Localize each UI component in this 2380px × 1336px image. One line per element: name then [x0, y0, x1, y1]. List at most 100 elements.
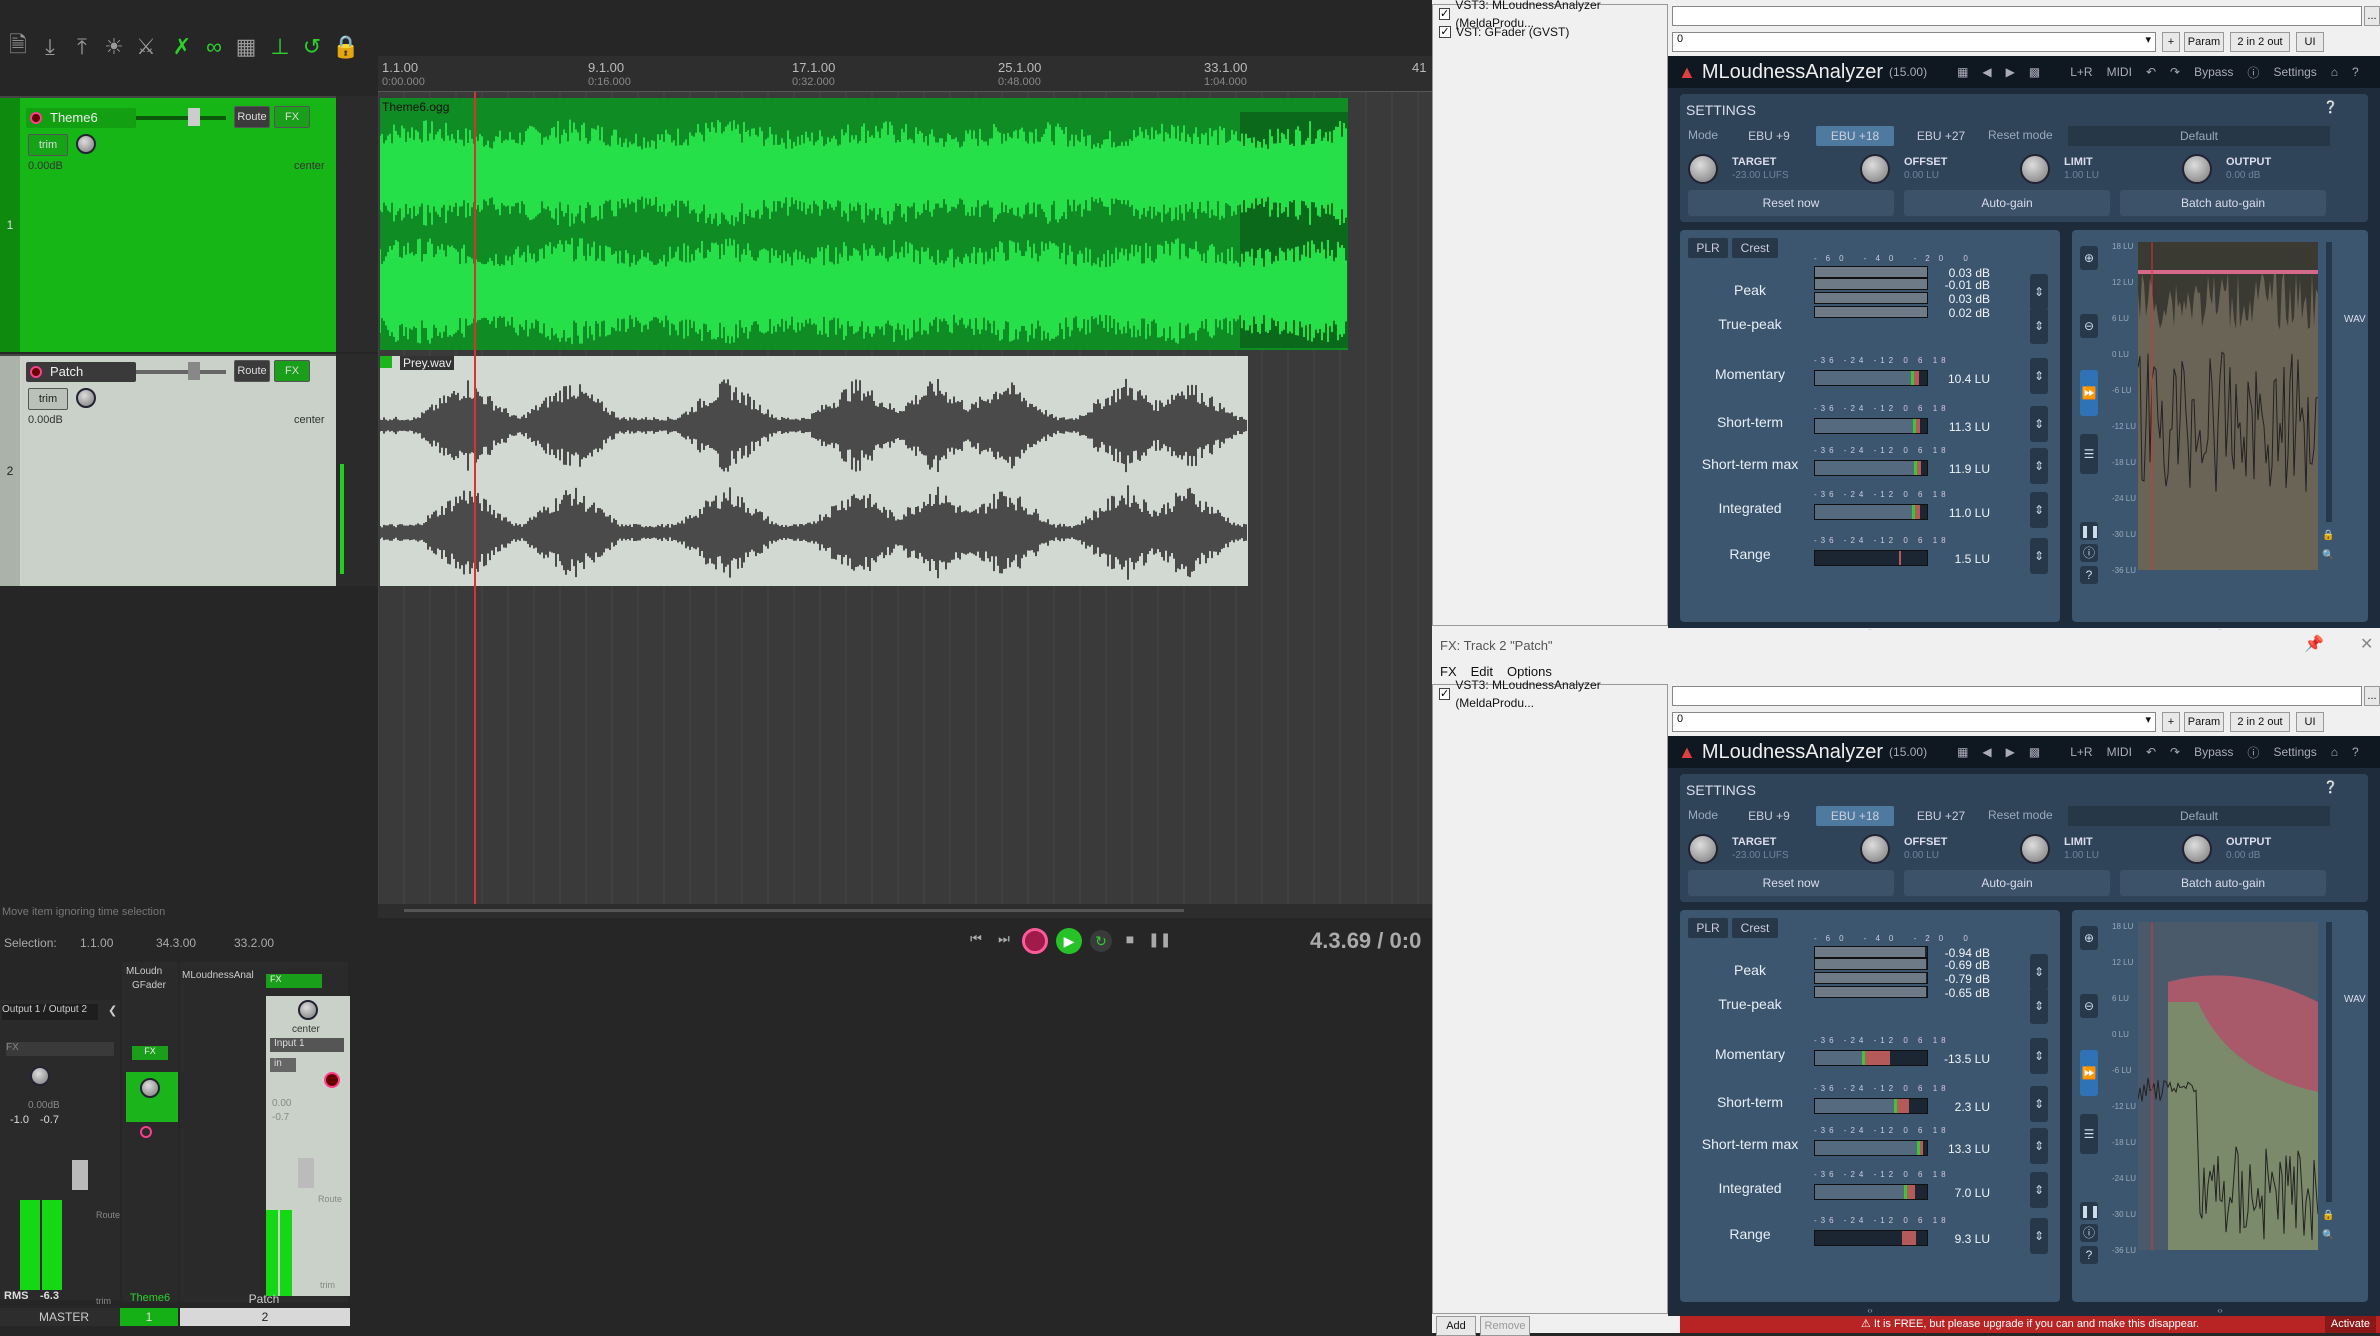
timeline-ruler[interactable]: 1.1.00 0:00.000 9.1.00 0:16.000 17.1.00 …: [378, 56, 1432, 92]
master-output-dropdown-icon[interactable]: ❮: [108, 1004, 117, 1017]
fx-search-input[interactable]: [1672, 686, 2362, 706]
go-to-start-icon[interactable]: ⏮: [966, 931, 986, 951]
input-monitor[interactable]: in: [270, 1058, 296, 1072]
info-icon[interactable]: ⓘ: [2247, 744, 2259, 761]
edit-cursor[interactable]: [474, 92, 476, 904]
list-icon[interactable]: ☰: [2080, 434, 2098, 474]
mode-button[interactable]: EBU +18: [1816, 806, 1894, 826]
next-preset-icon[interactable]: ▶: [2006, 65, 2015, 79]
strip-pan-area[interactable]: [126, 1072, 178, 1122]
ui-button[interactable]: UI: [2296, 32, 2324, 52]
strip-route[interactable]: Route: [318, 1194, 342, 1204]
pan-knob[interactable]: [298, 1000, 318, 1020]
help-icon[interactable]: ?: [2352, 65, 2359, 79]
save-icon[interactable]: ⤓: [36, 30, 64, 64]
ripple-edit-icon[interactable]: ✗: [168, 30, 196, 64]
repeat-icon[interactable]: ↻: [1090, 930, 1112, 952]
fx-button[interactable]: FX: [132, 1046, 168, 1060]
stop-icon[interactable]: ■: [1120, 931, 1140, 951]
fx-button[interactable]: FX: [274, 106, 310, 128]
metronome-icon[interactable]: ⚔: [132, 30, 160, 64]
undo-icon[interactable]: ↶: [2146, 745, 2156, 759]
meter-mode-button[interactable]: ⇕: [2030, 1172, 2048, 1208]
settings-button[interactable]: Settings: [2273, 65, 2316, 79]
next-preset-icon[interactable]: ▶: [2006, 745, 2015, 759]
meter-mode-button[interactable]: ⇕: [2030, 954, 2048, 990]
mode-button[interactable]: EBU +9: [1730, 806, 1808, 826]
reset-mode-select[interactable]: Default: [2068, 806, 2330, 826]
help-icon[interactable]: ?: [2080, 566, 2098, 584]
pin-icon[interactable]: 📌: [2304, 634, 2324, 654]
mode-button[interactable]: EBU +27: [1902, 806, 1980, 826]
graph-scrollbar[interactable]: [2326, 922, 2332, 1202]
track-panel-2[interactable]: 2 Patch Route FX trim 0.00dB center: [0, 354, 336, 586]
preset-select[interactable]: 0 ▾: [1672, 712, 2156, 732]
fx-slot[interactable]: GFader: [132, 980, 166, 991]
master-route[interactable]: Route: [96, 1210, 120, 1220]
bypass-button[interactable]: Bypass: [2194, 65, 2233, 79]
route-button[interactable]: Route: [234, 360, 270, 382]
zoom-out-icon[interactable]: ⊖: [2080, 994, 2098, 1018]
collapse-icon[interactable]: ‹›: [1680, 1306, 2060, 1315]
render-icon[interactable]: ⤒: [68, 30, 96, 64]
pause-icon[interactable]: ❚❚: [1148, 931, 1171, 951]
horizontal-scrollbar[interactable]: [378, 904, 1432, 918]
menu-fx[interactable]: FX: [1440, 664, 1457, 679]
meter-mode-button[interactable]: ⇕: [2030, 1218, 2048, 1254]
loop-icon[interactable]: ↺: [298, 30, 326, 64]
more-button[interactable]: ...: [2364, 6, 2380, 26]
lock-icon[interactable]: 🔒: [332, 30, 360, 64]
tab-plr[interactable]: PLR: [1688, 238, 1728, 258]
new-project-icon[interactable]: 🗎: [4, 30, 32, 64]
master-fx-button[interactable]: FX: [6, 1042, 114, 1056]
input-select[interactable]: Input 1: [270, 1038, 344, 1052]
ui-button[interactable]: UI: [2296, 712, 2324, 732]
close-icon[interactable]: ✕: [2360, 634, 2373, 654]
add-button[interactable]: Add: [1436, 1316, 1476, 1336]
more-button[interactable]: ...: [2364, 686, 2380, 706]
ab-icon[interactable]: ▩: [2029, 745, 2040, 759]
media-item-theme6[interactable]: Theme6.ogg: [380, 98, 1348, 350]
help-icon[interactable]: ❔: [2323, 780, 2338, 794]
fx-enable-checkbox[interactable]: ✓: [1439, 8, 1451, 20]
io-button[interactable]: 2 in 2 out: [2230, 32, 2290, 52]
param-button[interactable]: Param: [2184, 32, 2224, 52]
channel-mode[interactable]: L+R: [2070, 65, 2092, 79]
strip-fader[interactable]: [298, 1158, 314, 1188]
track-panel-1[interactable]: 1 Theme6 Route FX trim 0.00dB center: [0, 96, 336, 352]
action-button[interactable]: Batch auto-gain: [2120, 190, 2326, 216]
knob-limit[interactable]: [2020, 834, 2050, 864]
presets-icon[interactable]: ▦: [1957, 745, 1968, 759]
bypass-button[interactable]: Bypass: [2194, 745, 2233, 759]
redo-icon[interactable]: ↷: [2170, 65, 2180, 79]
record-arm-icon[interactable]: [30, 112, 42, 124]
record-arm-icon[interactable]: [140, 1126, 152, 1138]
fx-chain-list[interactable]: ✓ VST3: MLoudnessAnalyzer (MeldaProdu...: [1432, 678, 1668, 1314]
selection-length[interactable]: 33.2.00: [234, 936, 274, 950]
mode-button[interactable]: EBU +9: [1730, 126, 1808, 146]
fast-forward-icon[interactable]: ⏩: [2080, 370, 2098, 416]
fx-chain-list[interactable]: ✓ VST3: MLoudnessAnalyzer (MeldaProdu... …: [1432, 0, 1668, 626]
redo-icon[interactable]: ↷: [2170, 745, 2180, 759]
record-arm-icon[interactable]: [30, 366, 42, 378]
route-button[interactable]: Route: [234, 106, 270, 128]
meter-mode-button[interactable]: ⇕: [2030, 1128, 2048, 1164]
volume-slider-handle[interactable]: [188, 362, 200, 380]
go-to-end-icon[interactable]: ⏭: [994, 931, 1014, 951]
home-icon[interactable]: ⌂: [2331, 65, 2338, 79]
volume-slider-handle[interactable]: [188, 108, 200, 126]
zoom-in-icon[interactable]: ⊕: [2080, 926, 2098, 950]
zoom-out-icon[interactable]: ⊖: [2080, 314, 2098, 338]
mode-button[interactable]: EBU +18: [1816, 126, 1894, 146]
selection-end[interactable]: 34.3.00: [156, 936, 196, 950]
channel-mode[interactable]: L+R: [2070, 745, 2092, 759]
record-icon[interactable]: [1022, 928, 1048, 954]
info-icon[interactable]: ⓘ: [2247, 64, 2259, 81]
io-button[interactable]: 2 in 2 out: [2230, 712, 2290, 732]
fast-forward-icon[interactable]: ⏩: [2080, 1050, 2098, 1096]
trim-button[interactable]: trim: [28, 134, 68, 156]
pan-knob[interactable]: [76, 134, 96, 154]
zoom-icon[interactable]: 🔍: [2322, 550, 2334, 561]
fx-slot[interactable]: MLoudnessAnal: [182, 970, 254, 981]
knob-offset[interactable]: [1860, 834, 1890, 864]
